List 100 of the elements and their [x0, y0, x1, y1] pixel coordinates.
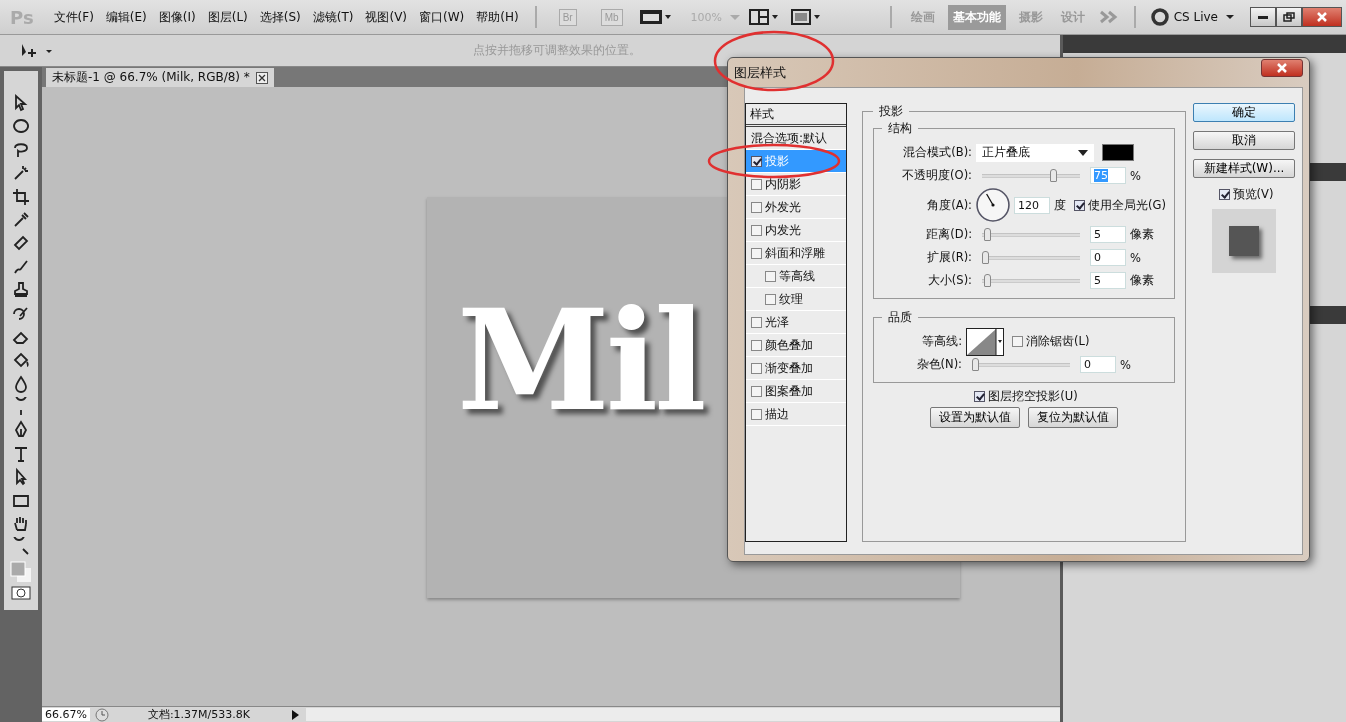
cs-live-menu[interactable]: CS Live [1173, 10, 1218, 24]
checkbox-label[interactable]: 使用全局光(G) [1088, 197, 1166, 213]
ring-icon [1149, 7, 1170, 27]
contour-picker[interactable] [966, 327, 1004, 356]
style-item[interactable]: 内阴影 [746, 173, 846, 196]
checkbox[interactable] [765, 293, 776, 305]
slider-thumb[interactable] [1050, 169, 1058, 182]
field-label: 角度(A): [926, 197, 972, 213]
checkbox[interactable] [751, 339, 762, 351]
field-label: 距离(D): [925, 227, 972, 242]
minimize-button[interactable] [1250, 7, 1276, 27]
menu-item[interactable]: 滤镜(T) [310, 8, 356, 26]
restore-icon [1283, 12, 1295, 22]
slider-thumb[interactable] [983, 228, 991, 241]
caret-icon [1226, 15, 1234, 19]
dialog-title: 图层样式 [734, 63, 786, 82]
checkbox-label[interactable]: 消除锯齿(L) [1026, 334, 1090, 349]
checkbox[interactable] [751, 408, 762, 420]
unit-label: % [1130, 250, 1141, 265]
style-item[interactable]: 内发光 [746, 219, 846, 242]
section-title: 投影 [878, 103, 904, 120]
menu-item[interactable]: 选择(S) [257, 8, 303, 26]
field-label: 扩展(R): [926, 250, 972, 265]
document-info: 文档:1.37M/533.8K [146, 707, 251, 722]
group-title: 品质 [887, 309, 913, 326]
list-header: 样式 [746, 104, 846, 127]
default-button[interactable]: 复位为默认值 [1027, 407, 1118, 428]
color-swatches-icon[interactable] [10, 560, 32, 583]
close-button[interactable] [1261, 58, 1303, 77]
dialog-button[interactable]: 新建样式(W)... [1193, 159, 1295, 178]
checkbox[interactable] [1218, 189, 1230, 200]
group-title: 结构 [887, 120, 913, 137]
checkbox[interactable] [751, 385, 762, 397]
angle-dial[interactable] [976, 188, 1010, 222]
style-item[interactable]: 等高线 [746, 265, 846, 288]
menu-item[interactable]: 帮助(H) [474, 8, 521, 26]
caret-icon [1078, 149, 1088, 156]
value-field[interactable]: 0 [1090, 249, 1126, 266]
document-tab[interactable]: 未标题-1 @ 66.7% (Milk, RGB/8) * [46, 68, 274, 87]
field-label: 等高线: [921, 334, 962, 349]
value-field[interactable]: 5 [1090, 272, 1126, 289]
dialog-button[interactable]: 取消 [1193, 131, 1295, 150]
style-item[interactable]: 描边 [746, 403, 846, 426]
default-button[interactable]: 设置为默认值 [929, 407, 1020, 428]
field-label: 混合模式(B): [902, 145, 972, 160]
close-icon[interactable] [255, 71, 268, 84]
checkbox[interactable] [751, 201, 762, 213]
checkbox[interactable] [974, 391, 986, 402]
checkbox-label[interactable]: 图层挖空投影(U) [988, 389, 1078, 404]
slider-thumb[interactable] [983, 274, 991, 287]
slider-thumb[interactable] [982, 251, 989, 264]
unit-label: 度 [1054, 197, 1066, 213]
menu-item[interactable]: 图像(I) [156, 8, 198, 26]
checkbox-label[interactable]: 预览(V) [1232, 187, 1274, 202]
unit-label: 像素 [1130, 273, 1154, 288]
checkbox[interactable] [1012, 336, 1023, 347]
close-icon [1277, 62, 1287, 73]
field-label: 杂色(N): [915, 357, 962, 372]
caret-icon [730, 14, 741, 20]
minimize-icon [1258, 15, 1268, 19]
style-item[interactable]: 斜面和浮雕 [746, 242, 846, 265]
unit-label: 像素 [1130, 227, 1154, 242]
zoom-field[interactable]: 66.67% [42, 708, 90, 721]
restore-button[interactable] [1276, 7, 1302, 27]
unit-label: % [1130, 168, 1141, 183]
style-item[interactable]: 图案叠加 [746, 380, 846, 403]
slider-thumb[interactable] [972, 358, 979, 371]
horizontal-scrollbar[interactable] [305, 708, 1060, 721]
checkbox[interactable] [751, 316, 762, 328]
close-button[interactable] [1302, 7, 1342, 27]
menu-item[interactable]: 编辑(E) [103, 8, 149, 26]
close-icon [1317, 12, 1327, 22]
menu-item[interactable]: 文件(F) [51, 8, 96, 26]
checkbox[interactable] [1074, 199, 1085, 211]
color-swatch[interactable] [1102, 144, 1134, 161]
crop-icon[interactable] [11, 186, 31, 207]
field-label: 不透明度(O): [901, 168, 972, 183]
checkbox[interactable] [751, 224, 762, 236]
checkbox[interactable] [751, 362, 762, 374]
value-field[interactable]: 0 [1080, 356, 1116, 373]
angle-field[interactable]: 120 [1014, 196, 1050, 214]
style-item[interactable]: 外发光 [746, 196, 846, 219]
value-field[interactable]: 5 [1090, 226, 1126, 243]
checkbox[interactable] [765, 270, 776, 282]
menu-item[interactable]: 图层(L) [205, 8, 250, 26]
field-label: 大小(S): [926, 273, 972, 288]
style-item[interactable]: 渐变叠加 [746, 357, 846, 380]
unit-label: % [1120, 357, 1131, 372]
menu-item[interactable]: 窗口(W) [417, 8, 467, 26]
quick-mask-icon[interactable] [11, 586, 31, 601]
checkbox[interactable] [751, 178, 762, 190]
style-item[interactable]: 纹理 [746, 288, 846, 311]
style-item[interactable]: 光泽 [746, 311, 846, 334]
style-item[interactable]: 颜色叠加 [746, 334, 846, 357]
preview-thumbnail [1212, 209, 1276, 273]
blend-mode-dropdown[interactable]: 正片叠底 [976, 143, 1094, 162]
checkbox[interactable] [751, 247, 762, 259]
menu-item[interactable]: 视图(V) [363, 8, 410, 26]
dialog-button[interactable]: 确定 [1193, 103, 1295, 122]
checkbox[interactable] [751, 155, 762, 167]
